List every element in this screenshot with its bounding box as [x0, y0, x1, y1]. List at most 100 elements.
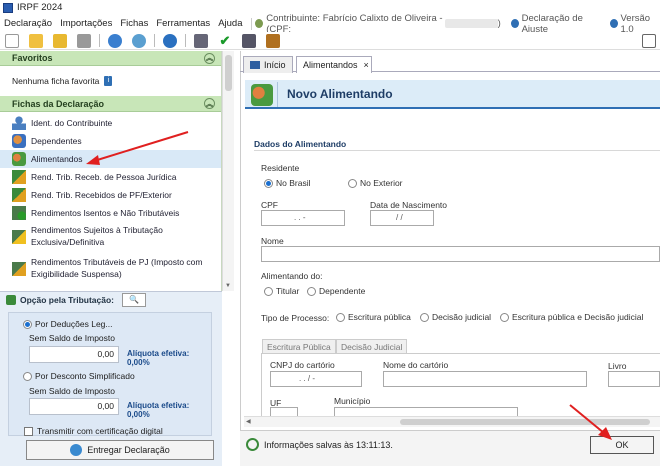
uf-select[interactable]	[270, 407, 298, 416]
scroll-thumb[interactable]	[225, 55, 232, 91]
status-text: Informações salvas às 13:11:13.	[264, 440, 393, 450]
tab-inicio[interactable]: Início	[243, 56, 293, 73]
option-decisao[interactable]: Decisão judicial	[420, 312, 491, 323]
info-icon: i	[104, 76, 113, 86]
radio-escritura-decisao[interactable]	[500, 313, 509, 323]
dependents-icon	[12, 134, 26, 148]
radio-titular[interactable]	[264, 287, 273, 297]
tributacao-title: Opção pela Tributação:	[20, 295, 114, 305]
search-button[interactable]: 🔍	[122, 293, 146, 307]
option-dependente[interactable]: Dependente	[307, 286, 365, 297]
book-icon[interactable]	[266, 33, 280, 48]
cpf-input[interactable]: . . -	[261, 210, 345, 226]
menu-ajuda[interactable]: Ajuda	[214, 18, 246, 29]
aliquota-deducoes: Alíquota efetiva: 0,00%	[127, 349, 190, 367]
livro-label: Livro	[608, 361, 627, 371]
ficha-rend-trib-pf-exterior[interactable]: Rend. Trib. Recebidos de PF/Exterior	[0, 186, 221, 204]
fichas-title: Fichas da Declaração	[12, 98, 105, 109]
globe-import-icon[interactable]	[108, 33, 122, 48]
version-icon	[609, 19, 618, 28]
folder-icon[interactable]	[53, 33, 67, 48]
cartorio-input[interactable]	[383, 371, 587, 387]
radio-deducoes[interactable]	[23, 320, 32, 330]
person-icon	[12, 116, 26, 130]
value-simplificado: 0,00	[29, 398, 119, 415]
radio-no-brasil[interactable]	[264, 179, 273, 189]
declaration-icon	[510, 19, 519, 28]
cnpj-input[interactable]: . . / -	[270, 371, 362, 387]
radio-simplificado[interactable]	[23, 372, 32, 382]
trash-icon[interactable]	[77, 33, 91, 48]
option-no-exterior[interactable]: No Exterior	[348, 178, 403, 189]
fichas-scrollbar[interactable]: ▼	[222, 51, 234, 291]
option-escritura-decisao[interactable]: Escritura pública e Decisão judicial	[500, 312, 643, 323]
cnpj-label: CNPJ do cartório	[270, 360, 335, 370]
new-file-icon[interactable]	[5, 33, 19, 48]
calculator-icon[interactable]	[242, 33, 256, 48]
collapse-fichas-icon[interactable]: ︽	[204, 98, 215, 109]
municipio-label: Município	[334, 396, 371, 406]
value-deducoes: 0,00	[29, 346, 119, 363]
ficha-rend-isentos[interactable]: Rendimentos Isentos e Não Tributáveis	[0, 204, 221, 222]
nascimento-input[interactable]: / /	[370, 210, 434, 226]
residente-label: Residente	[261, 163, 300, 173]
subtab-escritura[interactable]: Escritura Pública	[262, 339, 336, 353]
alimentando-do-label: Alimentando do:	[261, 271, 323, 281]
form-title: Novo Alimentando	[287, 87, 393, 101]
scroll-left-icon[interactable]: ◀	[246, 418, 251, 425]
menu-bar: Declaração Importações Fichas Ferramenta…	[0, 13, 660, 35]
menu-importacoes[interactable]: Importações	[56, 18, 116, 29]
money-suspended-icon	[12, 262, 26, 276]
menu-ferramentas[interactable]: Ferramentas	[152, 18, 214, 29]
money-check-icon	[12, 206, 26, 220]
radio-no-exterior[interactable]	[348, 179, 357, 189]
cpf-label: CPF	[261, 200, 278, 210]
subtab-decisao[interactable]: Decisão Judicial	[336, 339, 408, 353]
option-titular[interactable]: Titular	[264, 286, 299, 297]
open-folder-icon[interactable]	[29, 33, 43, 48]
entregar-declaracao-button[interactable]: Entregar Declaração	[26, 440, 214, 460]
option-no-brasil[interactable]: No Brasil	[264, 178, 310, 189]
annotation-arrow-left	[86, 131, 189, 165]
globe-icon	[70, 444, 83, 456]
warning-money-icon	[12, 230, 26, 244]
fichas-header[interactable]: Fichas da Declaração ︽	[0, 96, 221, 112]
transmit-checkbox[interactable]: Transmitir com certificação digital	[24, 426, 163, 436]
scroll-down-icon[interactable]: ▼	[225, 283, 231, 289]
menu-fichas[interactable]: Fichas	[116, 18, 152, 29]
radio-dependente[interactable]	[307, 287, 316, 297]
globe-service-icon[interactable]	[163, 33, 177, 48]
checkbox[interactable]	[24, 426, 33, 436]
radio-decisao[interactable]	[420, 313, 429, 323]
option-deducoes[interactable]: Por Deduções Leg...	[23, 319, 113, 330]
tributacao-panel: Opção pela Tributação: 🔍 Por Deduções Le…	[0, 291, 222, 466]
menu-declaracao[interactable]: Declaração	[0, 18, 56, 29]
window-icon[interactable]	[642, 33, 656, 48]
favorites-header[interactable]: Favoritos ︽	[0, 51, 221, 66]
ficha-rend-exclusiva[interactable]: Rendimentos Sujeitos à Tributação Exclus…	[0, 222, 221, 254]
ficha-rend-trib-pj[interactable]: Rend. Trib. Receb. de Pessoa Jurídica	[0, 168, 221, 186]
radio-escritura[interactable]	[336, 313, 345, 323]
cartorio-label: Nome do cartório	[383, 360, 449, 370]
option-simplificado[interactable]: Por Desconto Simplificado	[23, 371, 135, 382]
nome-input[interactable]	[261, 246, 660, 262]
ficha-rend-pj-suspensa[interactable]: Rendimentos Tributáveis de PJ (Imposto c…	[0, 254, 221, 284]
check-icon[interactable]: ✔	[218, 33, 232, 48]
form-banner: Novo Alimentando	[245, 80, 660, 109]
collapse-favorites-icon[interactable]: ︽	[204, 52, 215, 64]
livro-input[interactable]	[608, 371, 660, 387]
municipio-select[interactable]	[334, 407, 518, 416]
print-icon[interactable]	[194, 33, 208, 48]
tab-alimentandos[interactable]: Alimentandos ×	[296, 56, 372, 73]
processo-label: Tipo de Processo:	[261, 313, 330, 323]
window-title: IRPF 2024	[17, 2, 63, 13]
option-escritura[interactable]: Escritura pública	[336, 312, 411, 323]
globe-send-icon[interactable]	[132, 33, 146, 48]
home-icon	[250, 61, 260, 69]
app-icon	[3, 2, 13, 13]
left-panel: Favoritos ︽ Nenhuma ficha favorita i Fic…	[0, 51, 222, 291]
close-tab-icon[interactable]: ×	[364, 60, 369, 70]
nome-label: Nome	[261, 236, 284, 246]
tab-bar: Início Alimentandos ×	[240, 54, 660, 73]
contributor-icon	[255, 19, 264, 28]
